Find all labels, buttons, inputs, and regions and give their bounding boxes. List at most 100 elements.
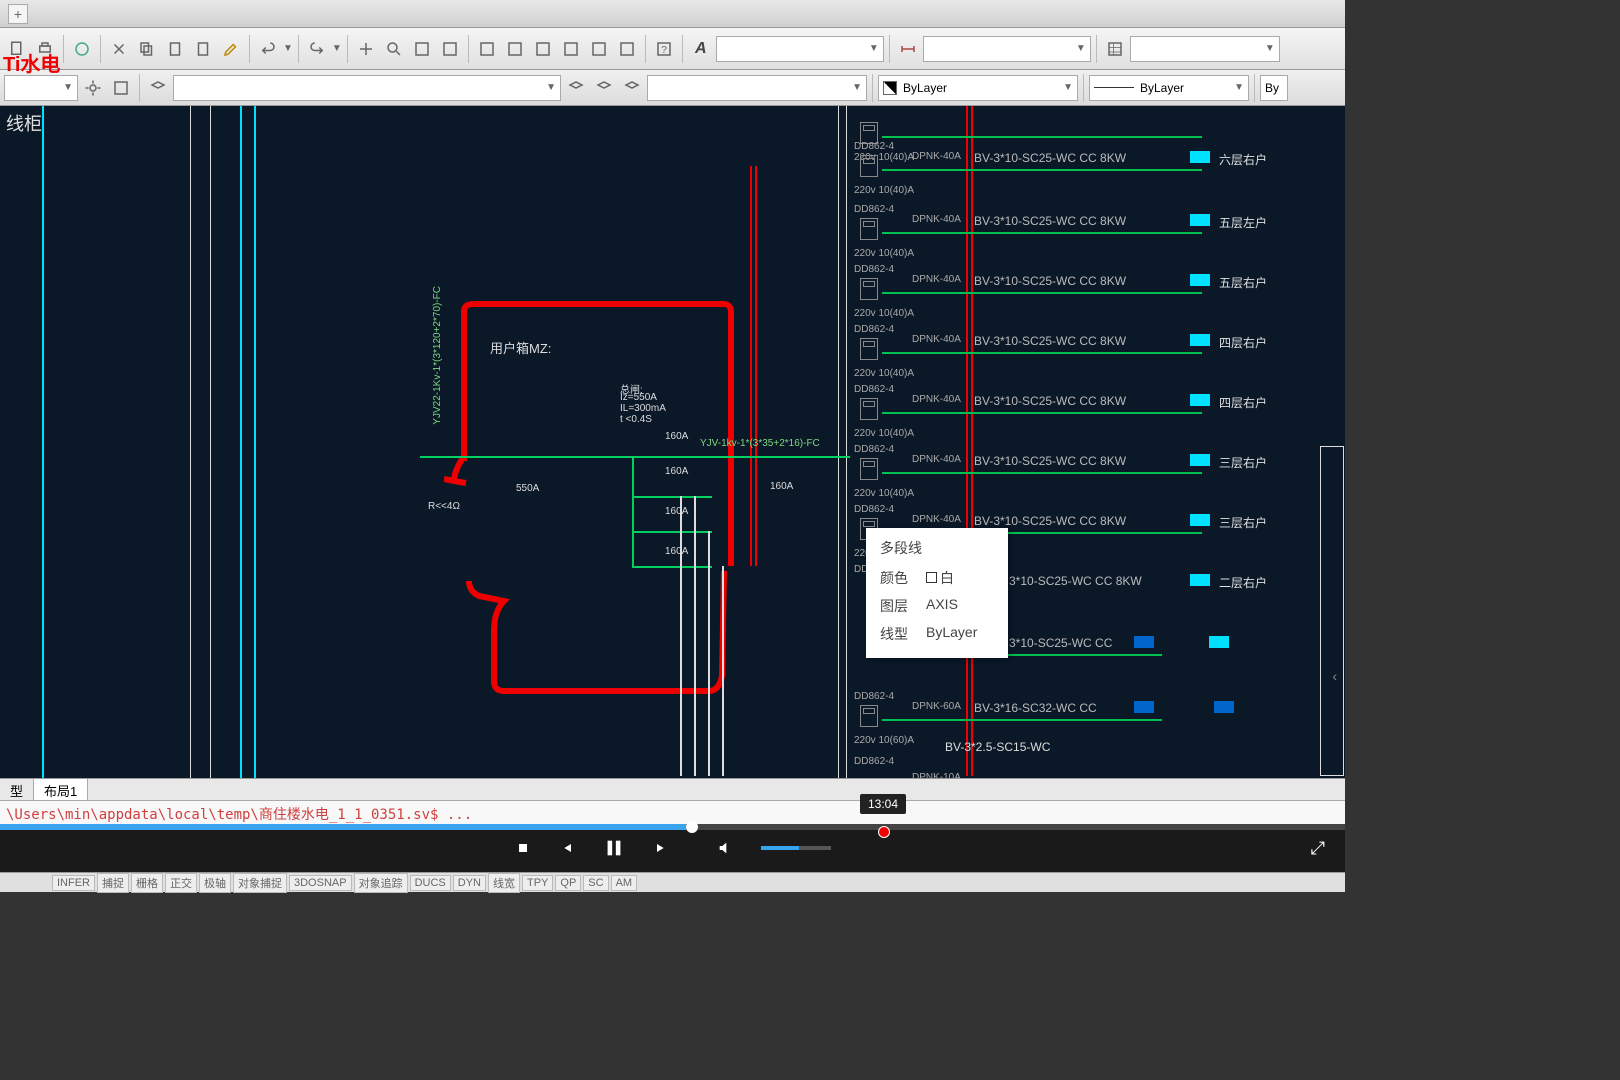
status-item[interactable]: 3DOSNAP xyxy=(289,875,352,891)
grid-line xyxy=(210,106,211,778)
hatch-icon[interactable] xyxy=(586,36,612,62)
stop-button[interactable] xyxy=(515,840,531,856)
meter-icon xyxy=(860,155,878,177)
meter-icon xyxy=(860,218,878,240)
clipboard-icon[interactable] xyxy=(190,36,216,62)
status-item[interactable]: 极轴 xyxy=(199,873,231,893)
fullscreen-icon[interactable]: ⤢ xyxy=(1311,838,1325,859)
status-item[interactable]: DYN xyxy=(453,875,486,891)
status-item[interactable]: 对象捕捉 xyxy=(233,873,287,893)
gear-icon[interactable] xyxy=(80,75,106,101)
command-line[interactable]: \Users\min\appdata\local\temp\商住楼水电_1_1_… xyxy=(0,800,1345,824)
paste-icon[interactable] xyxy=(162,36,188,62)
status-item[interactable]: 对象追踪 xyxy=(354,873,408,893)
status-item[interactable]: 线宽 xyxy=(488,873,520,893)
redo-icon[interactable] xyxy=(304,36,330,62)
meter-icon xyxy=(860,398,878,420)
layer-icon[interactable] xyxy=(474,36,500,62)
undo-icon[interactable] xyxy=(255,36,281,62)
pause-button[interactable] xyxy=(603,837,625,859)
dim-style-dropdown[interactable]: ▼ xyxy=(923,36,1091,62)
video-progress-bar[interactable] xyxy=(0,824,1345,830)
properties-icon[interactable] xyxy=(502,36,528,62)
color-dropdown[interactable]: ByLayer▼ xyxy=(878,75,1078,101)
globe-icon[interactable] xyxy=(69,36,95,62)
workspace-dropdown[interactable]: ▼ xyxy=(4,75,78,101)
circuit-row: DD862-4DPNK-40ABV-3*10-SC25-WC CC 8KW四层右… xyxy=(854,324,1334,392)
drawing-canvas[interactable]: 线柜 用户箱MZ: YJV22-1Kv-1*(3*120+2*70)-FC 总闸… xyxy=(0,106,1345,778)
circuit-row: DD862-4DPNK-40ABV-3*10-SC25-WC CC 8KW四层右… xyxy=(854,384,1334,452)
table-style-dropdown[interactable]: ▼ xyxy=(1130,36,1280,62)
cursor-indicator xyxy=(878,826,890,838)
scroll-left-icon[interactable]: ‹ xyxy=(1332,668,1337,684)
tooltip-title: 多段线 xyxy=(880,538,994,558)
status-bar: INFER 捕捉 栅格 正交 极轴 对象捕捉 3DOSNAP 对象追踪 DUCS… xyxy=(0,872,1345,892)
status-item[interactable]: AM xyxy=(611,875,638,891)
circuit-row: DD862-4DPNK-40ABV-3*10-SC25-WC CC 8KW三层右… xyxy=(854,444,1334,512)
help-icon[interactable]: ? xyxy=(651,36,677,62)
layer-iso-icon[interactable] xyxy=(619,75,645,101)
calc-icon[interactable] xyxy=(614,36,640,62)
new-tab-button[interactable]: + xyxy=(8,4,28,24)
meter-icon xyxy=(860,458,878,480)
status-item[interactable]: QP xyxy=(555,875,581,891)
bus-line xyxy=(420,456,850,458)
layer-prev-icon[interactable] xyxy=(591,75,617,101)
red-line xyxy=(750,166,752,566)
layer-filter-dropdown[interactable]: ▼ xyxy=(647,75,867,101)
status-item[interactable]: DUCS xyxy=(410,875,451,891)
volume-icon[interactable] xyxy=(717,840,733,856)
table-style-icon[interactable] xyxy=(1102,36,1128,62)
circuit-row: DD862-4DPNK-40ABV-3*10-SC25-WC CC 8KW五层右… xyxy=(854,264,1334,332)
status-item[interactable]: 栅格 xyxy=(131,873,163,893)
layer-states-icon[interactable] xyxy=(563,75,589,101)
axis-line xyxy=(254,106,256,778)
progress-thumb[interactable] xyxy=(686,821,698,833)
prev-button[interactable] xyxy=(559,840,575,856)
browser-tabs-bar: + xyxy=(0,0,1345,28)
status-item[interactable]: INFER xyxy=(52,875,95,891)
table-icon[interactable] xyxy=(530,36,556,62)
layout-tabs: 型 布局1 ‹ xyxy=(0,778,1345,800)
svg-text:?: ? xyxy=(661,43,667,55)
lineweight-dropdown[interactable]: By xyxy=(1260,75,1288,101)
watermark-text: Ti水电 xyxy=(3,48,60,77)
panel-title: 用户箱MZ: xyxy=(490,338,551,357)
layer-toolbar: ▼ ▼ ▼ ByLayer▼ ByLayer▼ By xyxy=(0,70,1345,106)
entity-tooltip: 多段线 颜色白 图层AXIS 线型ByLayer xyxy=(866,528,1008,658)
edit-icon[interactable] xyxy=(218,36,244,62)
block-editor-icon[interactable] xyxy=(108,75,134,101)
meter-icon xyxy=(860,705,878,727)
zoom-window-icon[interactable] xyxy=(409,36,435,62)
circuit-row: DD862-4DPNK-10A xyxy=(854,756,1334,778)
status-item[interactable]: SC xyxy=(583,875,608,891)
circuit-row: DD862-4DPNK-40ABV-3*10-SC25-WC CC 8KW六层右… xyxy=(854,141,1334,209)
volume-slider[interactable] xyxy=(761,846,831,850)
layer-select-dropdown[interactable]: ▼ xyxy=(173,75,561,101)
dimension-icon[interactable] xyxy=(895,36,921,62)
tab-model[interactable]: 型 xyxy=(0,779,34,800)
copy-icon[interactable] xyxy=(134,36,160,62)
tab-layout1[interactable]: 布局1 xyxy=(34,779,88,800)
cut-icon[interactable] xyxy=(106,36,132,62)
red-annotation xyxy=(444,301,734,701)
layer-manager-icon[interactable] xyxy=(145,75,171,101)
meter-icon xyxy=(860,338,878,360)
zoom-extent-icon[interactable] xyxy=(437,36,463,62)
status-item[interactable]: 捕捉 xyxy=(97,873,129,893)
zoom-icon[interactable] xyxy=(381,36,407,62)
grid-line xyxy=(838,106,839,778)
main-toolbar: ▼ ▼ ? A ▼ ▼ ▼ xyxy=(0,28,1345,70)
cable-horiz-label: YJV-1kv-1*(3*35+2*16)-FC xyxy=(700,438,820,449)
pan-icon[interactable] xyxy=(353,36,379,62)
text-style-icon[interactable]: A xyxy=(688,36,714,62)
block-icon[interactable] xyxy=(558,36,584,62)
linetype-dropdown[interactable]: ByLayer▼ xyxy=(1089,75,1249,101)
status-item[interactable]: TPY xyxy=(522,875,553,891)
resistance-label: R<<4Ω xyxy=(428,501,460,512)
next-button[interactable] xyxy=(653,840,669,856)
grid-line xyxy=(846,106,847,778)
status-item[interactable]: 正交 xyxy=(165,873,197,893)
text-style-dropdown[interactable]: ▼ xyxy=(716,36,884,62)
grid-line xyxy=(190,106,191,778)
